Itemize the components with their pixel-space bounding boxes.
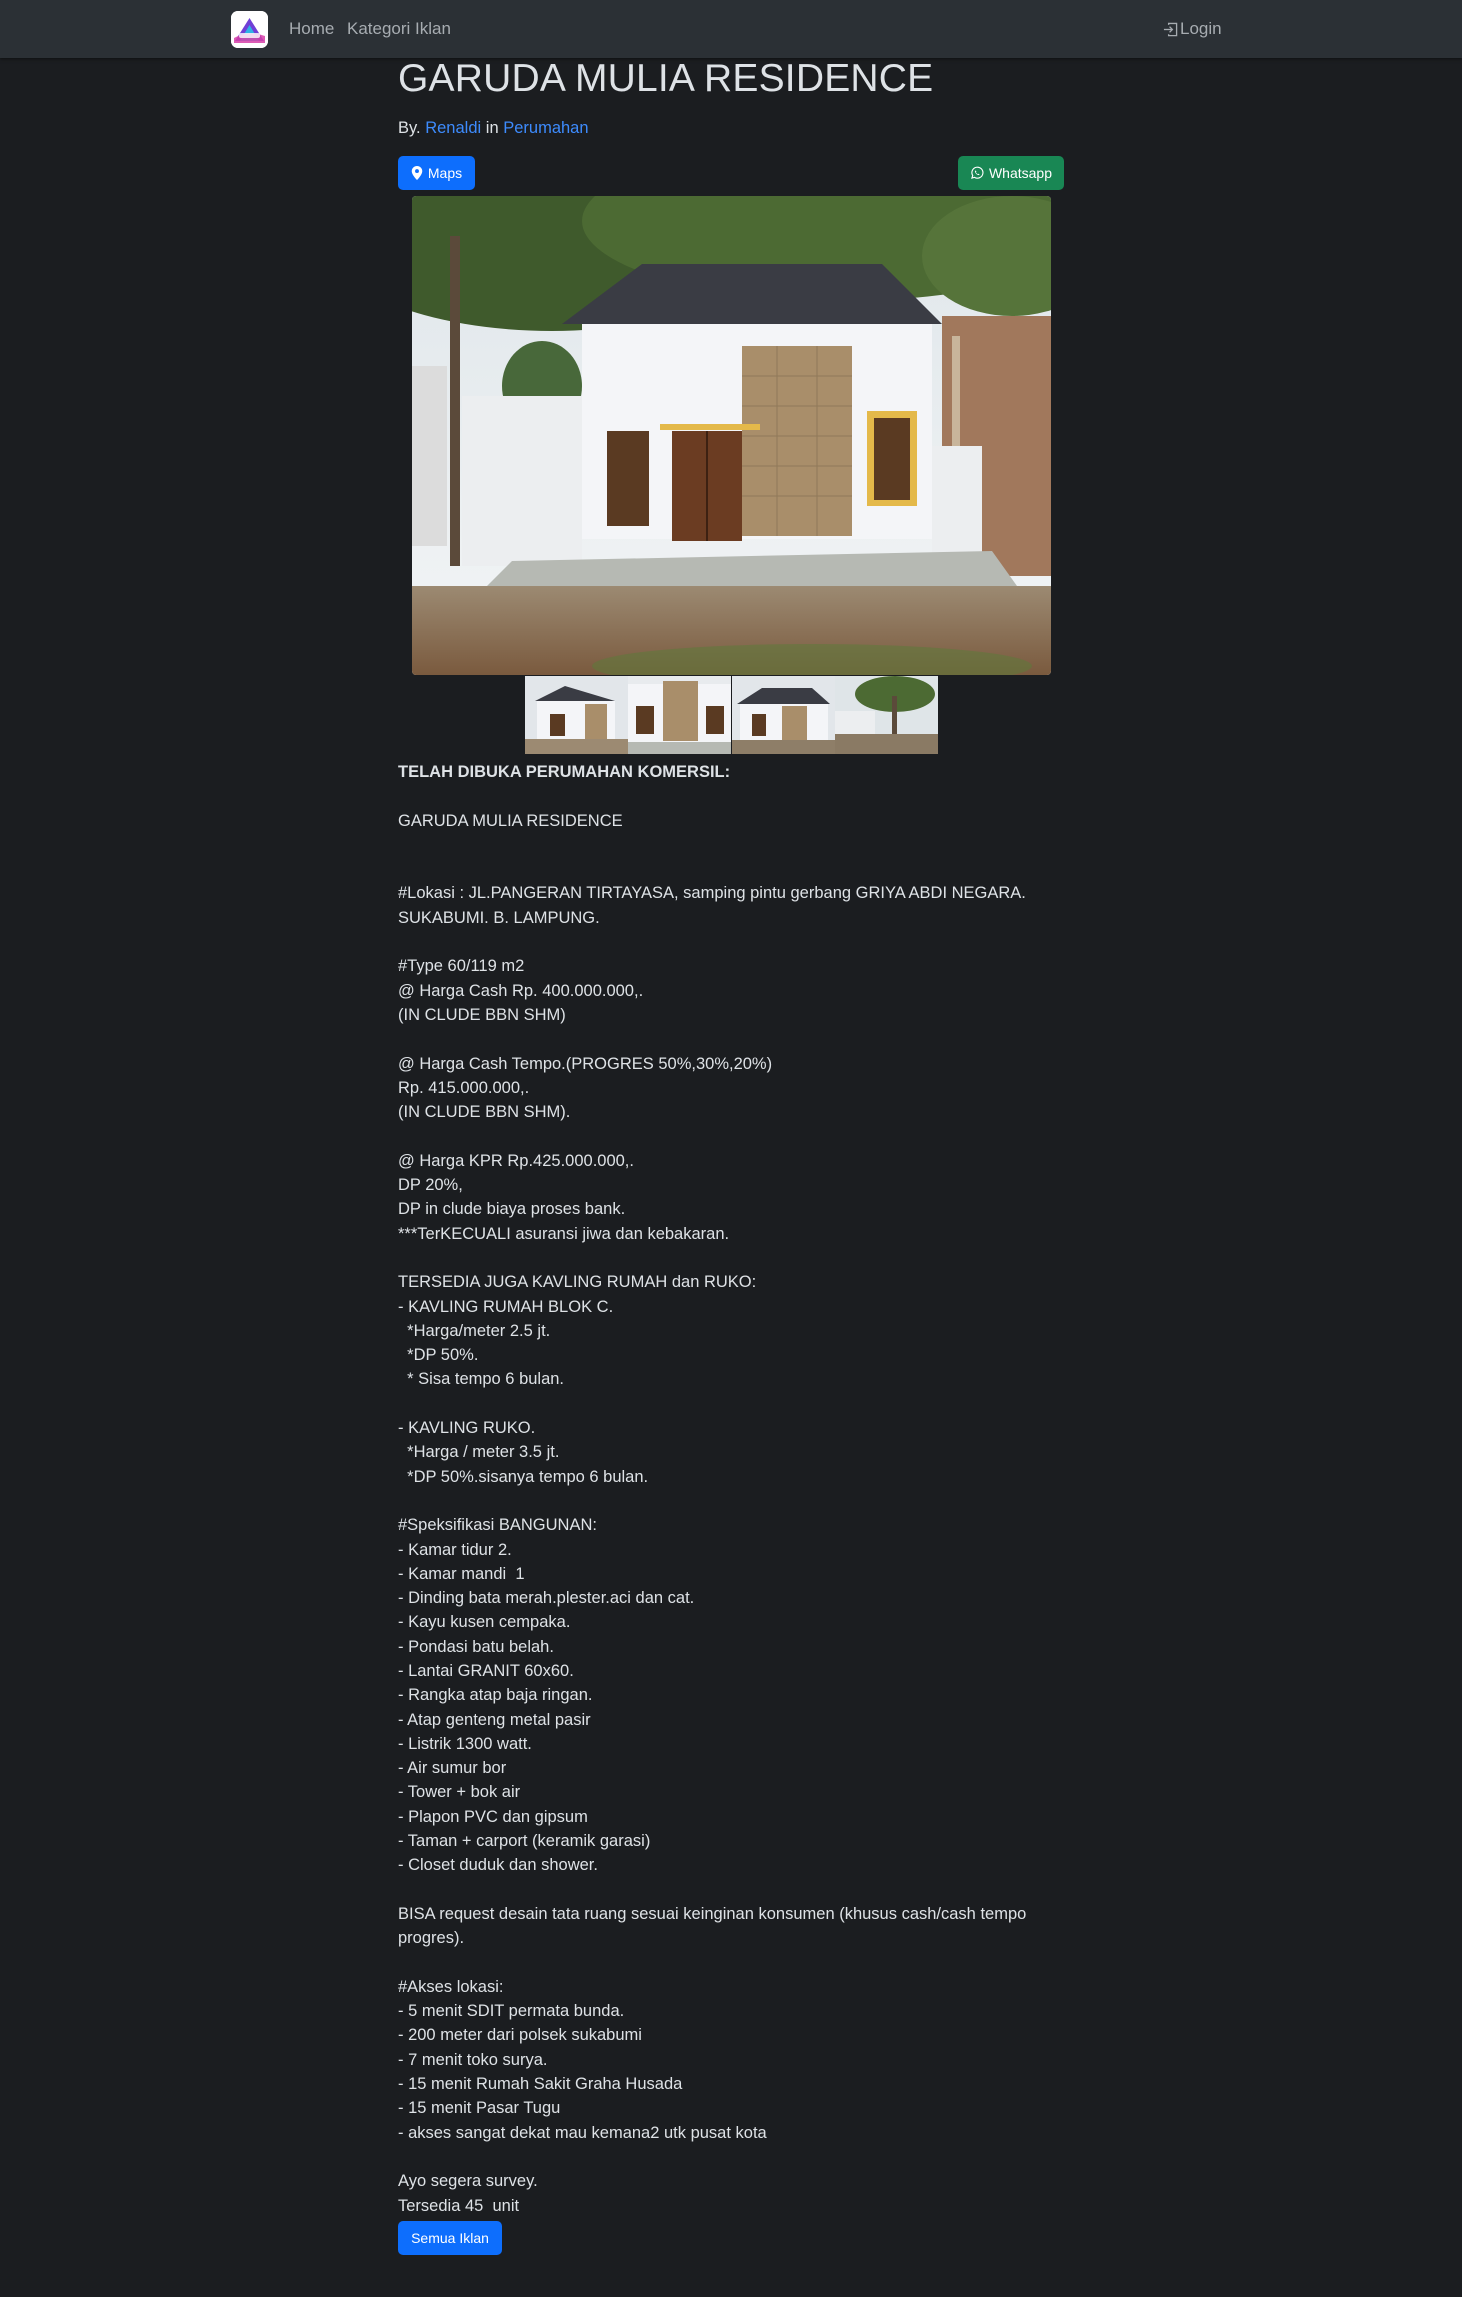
description-line: #Lokasi : JL.PANGERAN TIRTAYASA, samping… xyxy=(398,884,1026,903)
thumbnail-3[interactable] xyxy=(731,676,835,754)
in-word: in xyxy=(485,119,499,137)
all-ads-label: Semua Iklan xyxy=(411,2230,489,2246)
description-line xyxy=(398,784,1066,808)
login-label: Login xyxy=(1180,19,1222,38)
description-line: - Kamar mandi 1 xyxy=(398,1564,525,1583)
description-line: - Tower + bok air xyxy=(398,1783,521,1802)
description-line: - akses sangat dekat mau kemana2 utk pus… xyxy=(398,2123,767,2142)
description-line: (IN CLUDE BBN SHM) xyxy=(398,1005,566,1024)
description-line: (IN CLUDE BBN SHM). xyxy=(398,1103,571,1122)
listing-description: TELAH DIBUKA PERUMAHAN KOMERSIL: GARUDA M… xyxy=(398,760,1066,2218)
description-line: - 15 menit Rumah Sakit Graha Husada xyxy=(398,2075,683,2094)
thumbnail-2[interactable] xyxy=(628,676,732,754)
description-line: progres). xyxy=(398,1929,465,1948)
description-line: Tersedia 45 unit xyxy=(398,2196,520,2215)
house-photo[interactable] xyxy=(412,196,1051,675)
description-line: @ Harga Cash Tempo.(PROGRES 50%,30%,20%) xyxy=(398,1054,773,1073)
description-line xyxy=(398,857,1066,881)
description-line: - Closet duduk dan shower. xyxy=(398,1856,598,1875)
description-line: *DP 50%. xyxy=(398,1346,479,1365)
brand-logo[interactable] xyxy=(231,11,268,48)
nav-home-link[interactable]: Home xyxy=(289,19,334,39)
description-line xyxy=(398,1392,1066,1416)
description-line: BISA request desain tata ruang sesuai ke… xyxy=(398,1904,1027,1923)
by-prefix: By. xyxy=(398,119,421,137)
description-line: #Type 60/119 m2 xyxy=(398,957,525,976)
description-line: - 15 menit Pasar Tugu xyxy=(398,2099,561,2118)
navbar: Home Kategori Iklan Login xyxy=(0,0,1462,58)
description-line xyxy=(398,1246,1066,1270)
description-line: #Akses lokasi: xyxy=(398,1977,504,1996)
description-line: - 5 menit SDIT permata bunda. xyxy=(398,2002,625,2021)
description-line: - Listrik 1300 watt. xyxy=(398,1734,532,1753)
login-link[interactable]: Login xyxy=(1163,19,1222,39)
description-line xyxy=(398,1489,1066,1513)
description-line: - Dinding bata merah.plester.aci dan cat… xyxy=(398,1589,695,1608)
description-line: - Air sumur bor xyxy=(398,1759,507,1778)
whatsapp-label: Whatsapp xyxy=(988,165,1053,181)
description-line: @ Harga Cash Rp. 400.000.000,. xyxy=(398,981,644,1000)
description-line: - KAVLING RUMAH BLOK C. xyxy=(398,1297,614,1316)
description-line: *Harga / meter 3.5 jt. xyxy=(398,1443,560,1462)
description-line: ***TerKECUALI asuransi jiwa dan kebakara… xyxy=(398,1224,730,1243)
description-line: - 7 menit toko surya. xyxy=(398,2050,548,2069)
whatsapp-icon xyxy=(971,166,984,179)
thumbnail-strip xyxy=(525,676,938,754)
all-ads-button[interactable]: Semua Iklan xyxy=(398,2221,502,2255)
description-line xyxy=(398,1951,1066,1975)
nav-kategori-iklan-link[interactable]: Kategori Iklan xyxy=(347,19,451,39)
description-line xyxy=(398,1027,1066,1051)
description-line: - Pondasi batu belah. xyxy=(398,1637,554,1656)
description-line: *Harga/meter 2.5 jt. xyxy=(398,1321,551,1340)
description-line: * Sisa tempo 6 bulan. xyxy=(398,1370,565,1389)
description-line xyxy=(398,833,1066,857)
description-line: Ayo segera survey. xyxy=(398,2172,538,2191)
description-line xyxy=(398,1878,1066,1902)
page-title: GARUDA MULIA RESIDENCE xyxy=(398,57,934,100)
description-line xyxy=(398,2145,1066,2169)
geo-pin-icon xyxy=(411,166,423,180)
description-line: TERSEDIA JUGA KAVLING RUMAH dan RUKO: xyxy=(398,1273,757,1292)
description-line: - Kayu kusen cempaka. xyxy=(398,1613,571,1632)
description-line: DP 20%, xyxy=(398,1176,463,1195)
description-line xyxy=(398,1124,1066,1148)
thumbnail-1[interactable] xyxy=(525,676,628,754)
description-line: Rp. 415.000.000,. xyxy=(398,1078,530,1097)
description-line: - Taman + carport (keramik garasi) xyxy=(398,1832,651,1851)
description-line: - Rangka atap baja ringan. xyxy=(398,1686,593,1705)
description-line: @ Harga KPR Rp.425.000.000,. xyxy=(398,1151,634,1170)
description-line: - 200 meter dari polsek sukabumi xyxy=(398,2026,642,2045)
whatsapp-button[interactable]: Whatsapp xyxy=(958,156,1064,190)
author-link[interactable]: Renaldi xyxy=(425,119,481,137)
category-link[interactable]: Perumahan xyxy=(503,119,588,137)
maps-button[interactable]: Maps xyxy=(398,156,475,190)
description-line: - Kamar tidur 2. xyxy=(398,1540,512,1559)
description-line: - Plapon PVC dan gipsum xyxy=(398,1807,588,1826)
description-line: SUKABUMI. B. LAMPUNG. xyxy=(398,908,600,927)
description-line: TELAH DIBUKA PERUMAHAN KOMERSIL: xyxy=(398,763,731,781)
description-line: #Speksifikasi BANGUNAN: xyxy=(398,1516,597,1535)
description-line: - Lantai GRANIT 60x60. xyxy=(398,1661,574,1680)
byline: By. Renaldi in Perumahan xyxy=(398,119,589,138)
thumbnail-4[interactable] xyxy=(834,676,938,754)
description-line: GARUDA MULIA RESIDENCE xyxy=(398,811,623,830)
description-line xyxy=(398,930,1066,954)
maps-label: Maps xyxy=(427,165,463,181)
description-line: DP in clude biaya proses bank. xyxy=(398,1200,626,1219)
box-arrow-in-right-icon xyxy=(1163,22,1178,37)
description-line: - Atap genteng metal pasir xyxy=(398,1710,591,1729)
description-line: *DP 50%.sisanya tempo 6 bulan. xyxy=(398,1467,649,1486)
description-line: - KAVLING RUKO. xyxy=(398,1419,536,1438)
